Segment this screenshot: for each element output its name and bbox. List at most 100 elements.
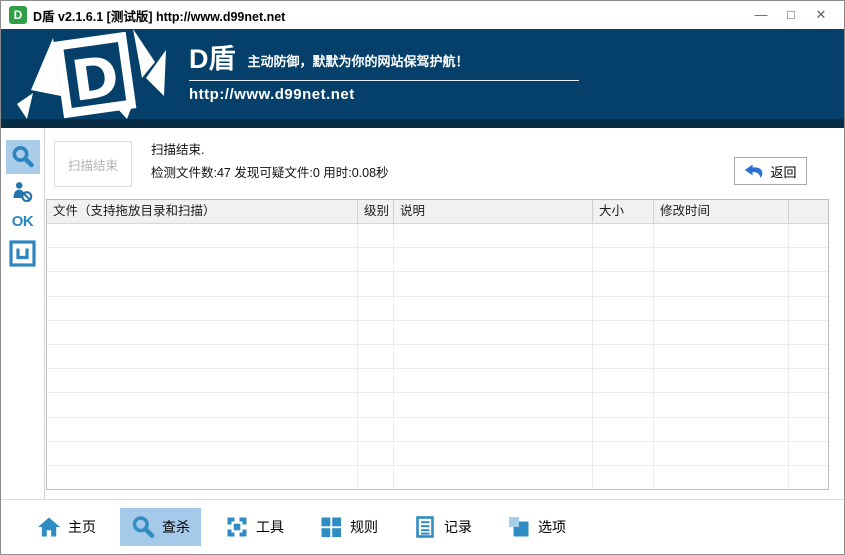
banner-divider xyxy=(189,79,579,81)
table-cell xyxy=(654,393,789,417)
window-box-icon xyxy=(9,239,36,267)
back-button[interactable]: 返回 xyxy=(734,157,807,185)
table-row[interactable] xyxy=(47,465,828,490)
table-row[interactable] xyxy=(47,224,828,249)
table-cell xyxy=(394,344,593,369)
toolbar-item-options[interactable]: 选项 xyxy=(496,508,577,546)
table-cell xyxy=(654,441,789,465)
table-cell xyxy=(789,321,828,344)
home-icon xyxy=(38,517,60,537)
table-cell xyxy=(394,441,593,465)
table-cell xyxy=(593,465,654,490)
table-cell xyxy=(593,320,654,344)
table-row[interactable] xyxy=(47,441,828,466)
toolbar-item-tools[interactable]: 工具 xyxy=(214,508,295,546)
table-row[interactable] xyxy=(47,344,828,370)
toolbar-item-label: 主页 xyxy=(68,519,96,535)
app-icon: D xyxy=(9,6,27,24)
undo-arrow-icon xyxy=(745,164,763,178)
brand-slogan: 主动防御，默默为你的网站保驾护航！ xyxy=(247,53,469,69)
toolbar-item-label: 选项 xyxy=(538,519,566,535)
column-header-size[interactable]: 大小 xyxy=(593,200,654,223)
scan-status-line1: 扫描结束. xyxy=(151,143,205,157)
window-title: D盾 v2.1.6.1 [测试版] http://www.d99net.net xyxy=(33,9,286,24)
table-cell xyxy=(789,418,828,441)
column-header-description[interactable]: 说明 xyxy=(394,200,593,223)
sidebar-item-scan[interactable] xyxy=(5,140,40,174)
table-cell xyxy=(789,442,828,465)
table-row[interactable] xyxy=(47,248,828,273)
table-row[interactable] xyxy=(47,417,828,442)
table-cell xyxy=(47,224,358,248)
table-cell xyxy=(358,344,394,369)
close-icon[interactable]: ✕ xyxy=(806,1,836,29)
minimize-icon[interactable]: — xyxy=(746,1,776,29)
scan-status-line2: 检测文件数:47 发现可疑文件:0 用时:0.08秒 xyxy=(151,166,389,180)
table-row[interactable] xyxy=(47,369,828,394)
column-header-modified[interactable]: 修改时间 xyxy=(654,200,789,223)
table-cell xyxy=(394,393,593,417)
table-cell xyxy=(47,417,358,441)
table-cell xyxy=(789,345,828,368)
user-block-icon xyxy=(13,182,33,203)
table-row[interactable] xyxy=(47,296,828,321)
table-cell xyxy=(789,248,828,271)
table-cell xyxy=(654,369,789,393)
sidebar-item-ok[interactable]: OK xyxy=(1,213,44,230)
table-cell xyxy=(394,417,593,441)
file-table[interactable]: 文件（支持拖放目录和扫描） 级别 说明 大小 修改时间 xyxy=(46,199,829,490)
d-shield-logo-icon: D xyxy=(17,29,166,119)
column-header-level[interactable]: 级别 xyxy=(358,200,394,223)
brand-name: D盾 xyxy=(189,43,236,74)
bottom-toolbar: 主页 查杀 工具 规则 记录 选项 xyxy=(1,499,844,554)
table-row[interactable] xyxy=(47,272,828,297)
banner-url: http://www.d99net.net xyxy=(189,85,355,103)
log-icon xyxy=(416,516,434,538)
title-bar: D D盾 v2.1.6.1 [测试版] http://www.d99net.ne… xyxy=(1,1,844,29)
tools-icon xyxy=(227,517,247,537)
left-sidebar: OK xyxy=(1,128,45,499)
column-header-file[interactable]: 文件（支持拖放目录和扫描） xyxy=(47,200,358,223)
table-cell xyxy=(394,224,593,248)
table-cell xyxy=(358,224,394,248)
table-cell xyxy=(358,272,394,296)
toolbar-item-label: 查杀 xyxy=(162,519,190,535)
table-cell xyxy=(654,320,789,344)
sidebar-item-user-block[interactable] xyxy=(6,179,40,205)
table-cell xyxy=(358,320,394,344)
table-cell xyxy=(47,344,358,369)
table-body[interactable] xyxy=(47,224,828,490)
window-controls: — □ ✕ xyxy=(746,1,836,29)
toolbar-item-scan[interactable]: 查杀 xyxy=(120,508,201,546)
table-cell xyxy=(593,248,654,272)
svg-text:D: D xyxy=(68,44,123,115)
table-cell xyxy=(47,393,358,417)
maximize-icon[interactable]: □ xyxy=(776,1,806,29)
table-cell xyxy=(593,441,654,465)
table-cell xyxy=(47,465,358,490)
scan-finished-button[interactable]: 扫描结束 xyxy=(54,141,132,187)
table-row[interactable] xyxy=(47,393,828,418)
main-area: OK 扫描结束 扫描结束. 检测文件数:47 发现可疑文件:0 用时:0.08秒… xyxy=(1,128,844,499)
table-row[interactable] xyxy=(47,320,828,345)
table-cell xyxy=(394,272,593,296)
toolbar-item-rules[interactable]: 规则 xyxy=(308,508,389,546)
table-cell xyxy=(358,248,394,272)
search-icon xyxy=(132,516,155,538)
table-cell xyxy=(654,248,789,272)
table-cell xyxy=(47,272,358,296)
table-cell xyxy=(394,465,593,490)
toolbar-item-home[interactable]: 主页 xyxy=(26,508,107,546)
table-cell xyxy=(47,369,358,393)
table-cell xyxy=(358,417,394,441)
sidebar-item-window-box[interactable] xyxy=(6,236,40,270)
toolbar-item-log[interactable]: 记录 xyxy=(402,508,483,546)
table-cell xyxy=(789,466,828,489)
table-cell xyxy=(654,344,789,369)
table-cell xyxy=(47,296,358,320)
table-cell xyxy=(358,393,394,417)
scan-status: 扫描结束. 检测文件数:47 发现可疑文件:0 用时:0.08秒 xyxy=(151,139,389,185)
table-header: 文件（支持拖放目录和扫描） 级别 说明 大小 修改时间 xyxy=(47,200,828,224)
table-cell xyxy=(358,465,394,490)
table-cell xyxy=(358,369,394,393)
